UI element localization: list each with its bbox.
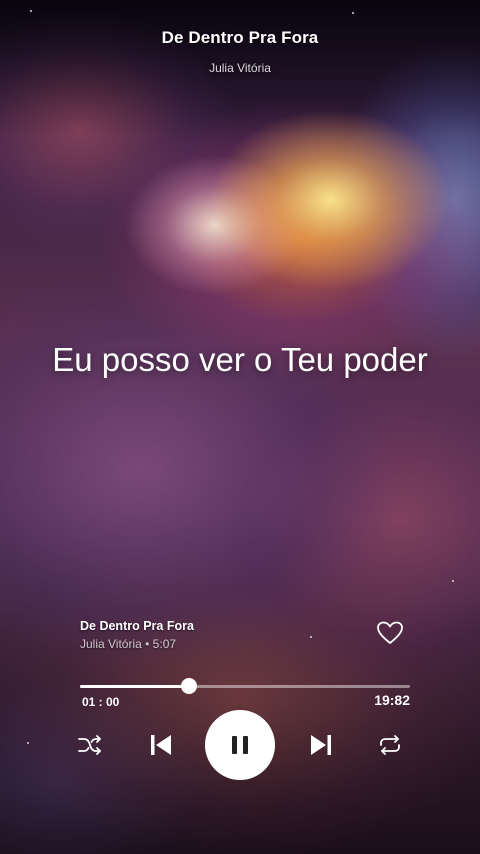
repeat-button[interactable]: [376, 731, 404, 759]
total-time: 19:82: [374, 692, 410, 708]
previous-button[interactable]: [146, 730, 176, 760]
elapsed-time: 01 : 00: [82, 695, 120, 709]
play-pause-button[interactable]: [205, 710, 275, 780]
star-decoration: [310, 636, 312, 638]
current-lyric-line: Eu posso ver o Teu poder: [52, 341, 428, 378]
header-artist-name: Julia Vitória: [209, 61, 271, 75]
progress-thumb[interactable]: [180, 678, 197, 694]
pause-icon: [232, 736, 248, 754]
now-playing-subtitle: Julia Vitória • 5:07: [80, 637, 177, 651]
shuffle-button[interactable]: [76, 731, 104, 759]
heart-icon[interactable]: [376, 620, 404, 646]
now-playing-title: De Dentro Pra Fora: [80, 619, 194, 633]
star-decoration: [27, 742, 29, 744]
skip-previous-icon: [151, 735, 171, 755]
star-decoration: [452, 580, 454, 582]
star-decoration: [30, 10, 32, 12]
repeat-icon: [380, 735, 400, 755]
shuffle-icon: [78, 735, 101, 755]
progress-fill: [80, 685, 189, 688]
star-decoration: [352, 12, 354, 14]
header-song-title: De Dentro Pra Fora: [161, 28, 319, 47]
progress-bar[interactable]: [80, 678, 410, 694]
skip-next-icon: [311, 735, 331, 755]
track-header: De Dentro Pra Fora Julia Vitória: [0, 28, 480, 75]
next-button[interactable]: [306, 730, 336, 760]
